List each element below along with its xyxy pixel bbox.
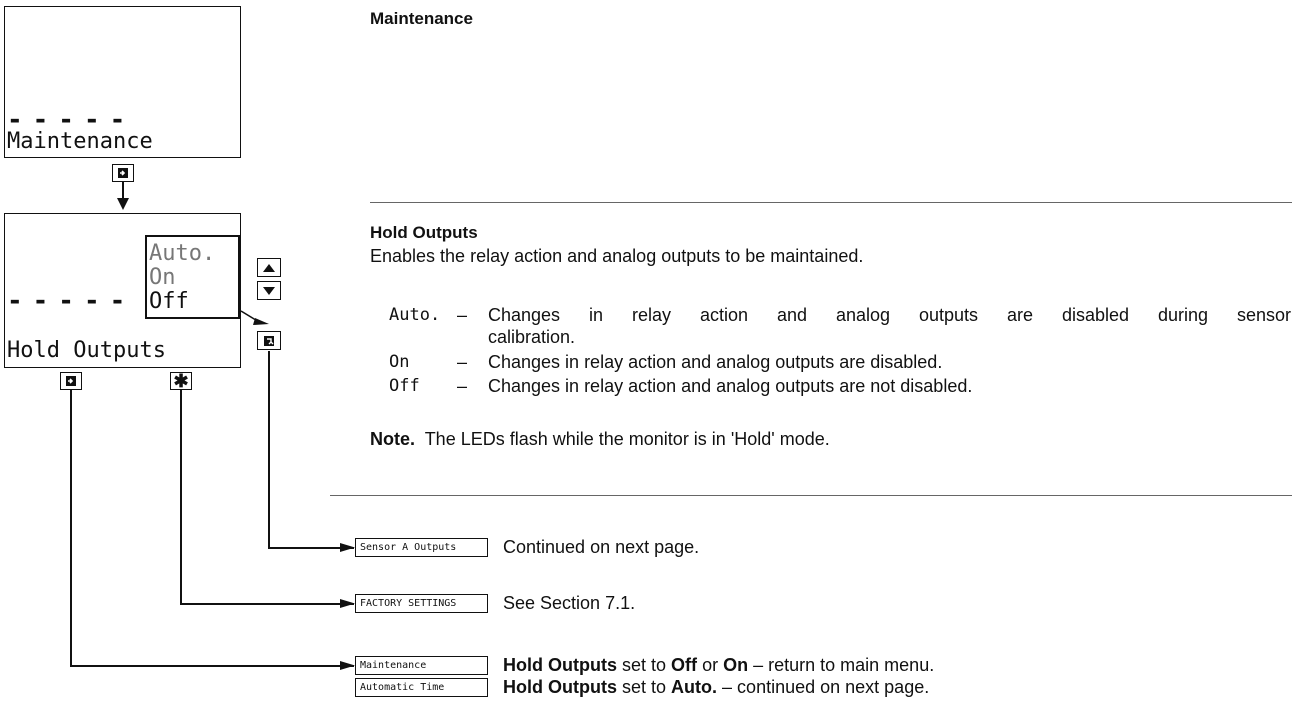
option-desc-auto: Changes in relay action and analog outpu… xyxy=(488,304,1291,326)
arrow-right-icon xyxy=(340,599,355,608)
arrow-right-icon xyxy=(340,543,355,552)
option-code-off: Off xyxy=(389,376,420,396)
hold-option-off: Off xyxy=(149,289,189,314)
hold-outputs-description: Enables the relay action and analog outp… xyxy=(370,246,864,266)
maintenance-display: ----- Maintenance xyxy=(4,6,241,158)
hold-outputs-display-label: Hold Outputs xyxy=(7,338,166,363)
hold-option-on: On xyxy=(149,265,176,290)
advance-key[interactable] xyxy=(257,331,281,350)
arrow-right-icon xyxy=(340,661,355,670)
hold-outputs-heading: Hold Outputs xyxy=(370,223,478,242)
option-desc-off: Changes in relay action and analog outpu… xyxy=(488,376,973,396)
option-code-on: On xyxy=(389,352,410,372)
option-code-auto: Auto. xyxy=(389,305,441,325)
connector-line xyxy=(70,390,72,666)
tag-automatic-time: Automatic Time xyxy=(355,678,488,697)
kw-hold-outputs: Hold Outputs xyxy=(503,655,617,675)
return-text-part: – return to main menu. xyxy=(753,655,935,675)
arrow-down-icon xyxy=(117,198,129,210)
note-text: The LEDs flash while the monitor is in '… xyxy=(424,429,830,449)
arrow-right-icon xyxy=(241,310,269,325)
section-divider xyxy=(370,202,1292,203)
option-desc-auto-line2: calibration. xyxy=(488,327,576,347)
enter-icon xyxy=(118,168,128,178)
triangle-up-icon xyxy=(263,263,275,272)
connector-line xyxy=(180,603,354,605)
option-dash: – xyxy=(457,305,468,325)
kw-auto: Auto. xyxy=(671,677,718,697)
option-dash: – xyxy=(457,376,468,396)
kw-on: On xyxy=(723,655,749,675)
connector-line xyxy=(70,665,354,667)
option-desc-on: Changes in relay action and analog outpu… xyxy=(488,352,943,372)
kw-off: Off xyxy=(671,655,698,675)
auto-continued-text: Hold Outputs set to Auto. – continued on… xyxy=(503,676,929,698)
see-section-text: See Section 7.1. xyxy=(503,593,636,613)
up-arrow-key[interactable] xyxy=(257,258,281,277)
kw-hold-outputs: Hold Outputs xyxy=(503,677,617,697)
return-text-part: set to xyxy=(622,655,667,675)
continued-text: Continued on next page. xyxy=(503,537,700,557)
tag-maintenance: Maintenance xyxy=(355,656,488,675)
return-to-main-text: Hold Outputs set to Off or On – return t… xyxy=(503,654,934,676)
return-text-part: or xyxy=(702,655,719,675)
hold-option-box: Auto. On Off xyxy=(145,235,240,319)
connector-line xyxy=(268,351,270,548)
auto-text-part: – continued on next page. xyxy=(722,677,930,697)
enter-icon xyxy=(66,376,76,386)
maintenance-display-label: Maintenance xyxy=(7,129,153,154)
display-dashes: ----- xyxy=(7,105,136,135)
auto-text-part: set to xyxy=(622,677,667,697)
tag-sensor-a-outputs: Sensor A Outputs xyxy=(355,538,488,557)
triangle-down-icon xyxy=(263,286,275,295)
connector-line xyxy=(180,390,182,604)
section-divider xyxy=(330,495,1292,496)
note-line: Note. The LEDs flash while the monitor i… xyxy=(370,428,830,450)
star-key[interactable]: ✱ xyxy=(170,372,192,390)
note-label: Note. xyxy=(370,429,415,449)
option-dash: – xyxy=(457,352,468,372)
option-desc-auto-line1: Changes in relay action and analog outpu… xyxy=(488,305,1291,325)
maintenance-heading: Maintenance xyxy=(370,9,473,28)
hold-option-auto: Auto. xyxy=(149,241,216,266)
advance-icon xyxy=(264,335,274,346)
tag-factory-settings: FACTORY SETTINGS xyxy=(355,594,488,613)
enter-key-hold[interactable] xyxy=(60,372,82,390)
enter-key[interactable] xyxy=(112,164,134,182)
down-arrow-key[interactable] xyxy=(257,281,281,300)
display-dashes: ----- xyxy=(7,286,136,316)
asterisk-icon: ✱ xyxy=(173,371,189,391)
